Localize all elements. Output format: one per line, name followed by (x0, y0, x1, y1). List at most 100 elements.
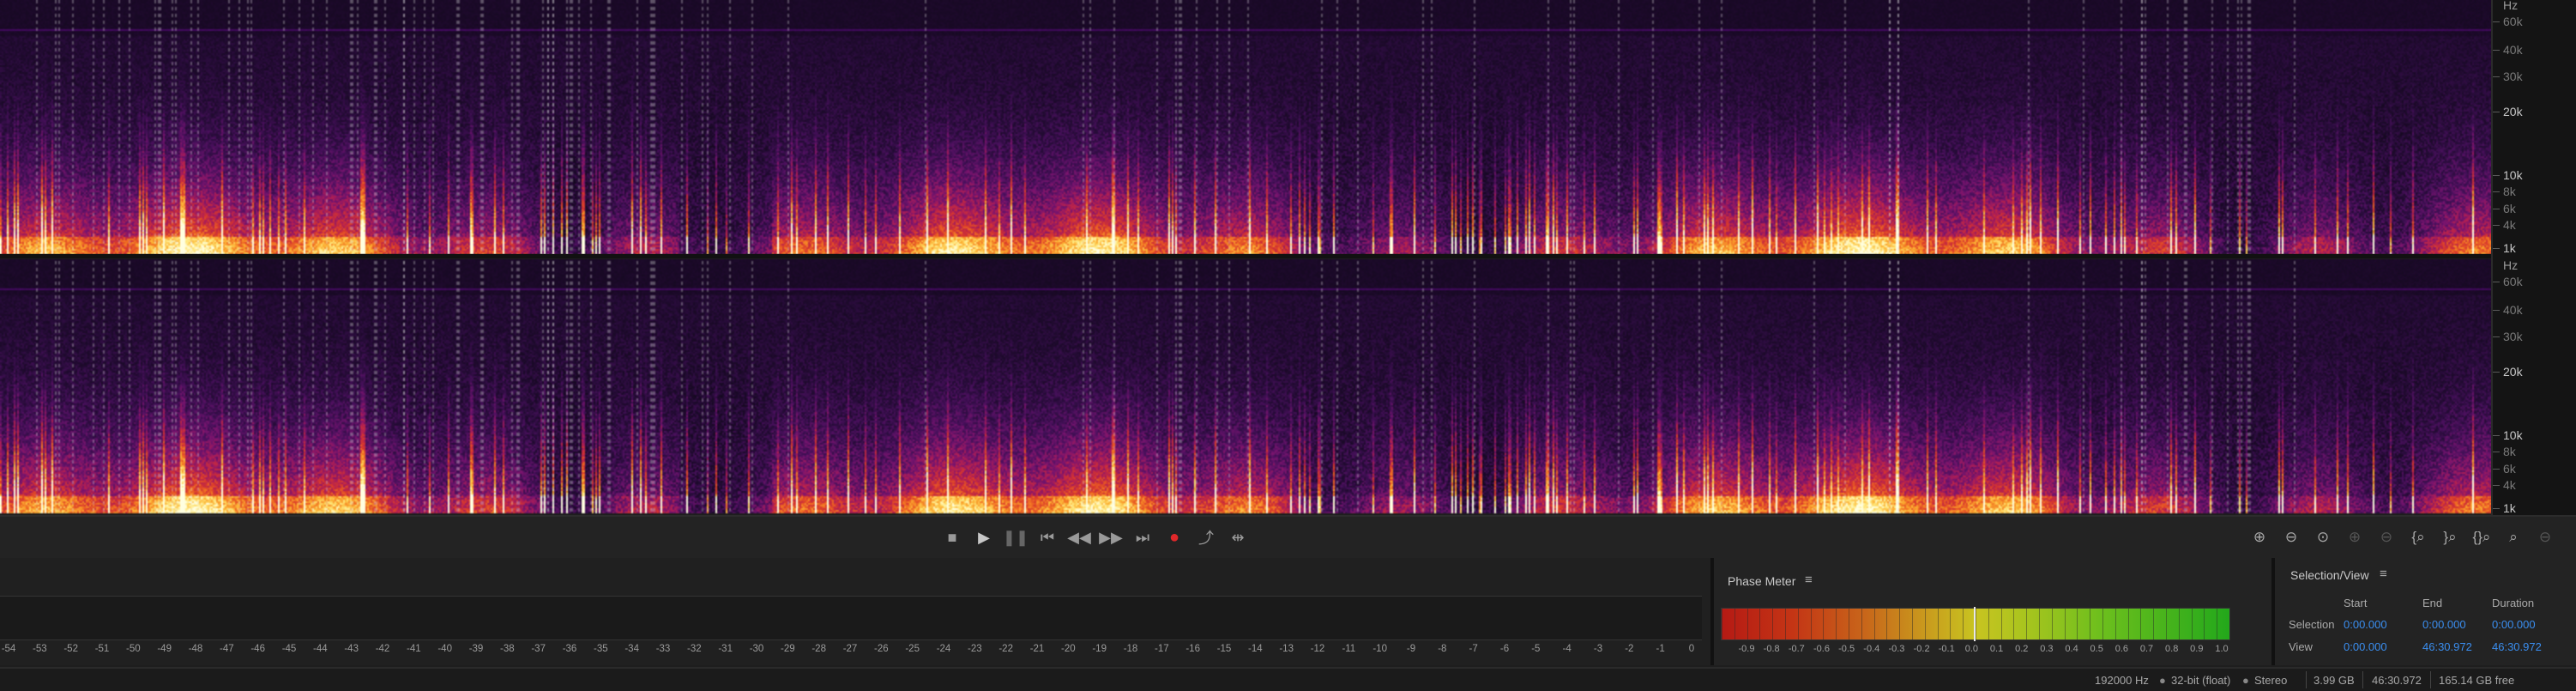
phase-bar-tick (1950, 609, 1952, 639)
phase-bar-tick (1963, 609, 1964, 639)
zoom-selection-button[interactable]: ⌕ (2501, 525, 2526, 549)
phase-bar-tick (1937, 609, 1939, 639)
frequency-tick (2493, 309, 2500, 311)
phase-bar-tick (1823, 609, 1825, 639)
level-scale-label: -18 (1123, 644, 1138, 654)
view-start-field[interactable]: 0:00.000 (2344, 640, 2387, 653)
phase-bar-tick (2204, 609, 2205, 639)
level-scale-label: -51 (94, 644, 110, 654)
view-end-field[interactable]: 46:30.972 (2422, 640, 2472, 653)
frequency-tick (2493, 247, 2500, 249)
level-scale-label: -27 (842, 644, 858, 654)
zoom-in-left-button[interactable]: {⌕ (2405, 525, 2431, 549)
frequency-tick (2493, 336, 2500, 337)
transport-bar: ■ ▶ ❚❚ ⏮ ◀◀ ▶▶ ⏭ ● ⤴ ⇹ ⊕ ⊖ ⊙ ⊕ ⊖ {⌕ }⌕ {… (0, 515, 2576, 560)
phase-scale-label: -0.1 (1938, 644, 1955, 654)
level-scale-label: -2 (1625, 644, 1634, 654)
level-scale-label: -14 (1248, 644, 1263, 654)
level-scale-label: -1 (1656, 644, 1665, 654)
frequency-tick-label: 8k (2503, 185, 2516, 199)
zoom-out-time-button[interactable]: ⊖ (2374, 525, 2399, 549)
zoom-out-amplitude-button[interactable]: ⊖ (2278, 525, 2304, 549)
phase-bar-tick (2077, 609, 2078, 639)
level-scale-label: -22 (998, 644, 1013, 654)
phase-bar-tick (2153, 609, 2155, 639)
phase-bar-tick (1810, 609, 1812, 639)
zoom-out-full-button[interactable]: {}⌕ (2469, 525, 2495, 549)
frequency-unit-label: Hz (2503, 0, 2519, 12)
zoom-in-right-icon: }⌕ (2443, 529, 2457, 545)
phase-bar-tick (2026, 609, 2028, 639)
spectral-frequency-display[interactable] (0, 0, 2491, 515)
view-row-label: View (2289, 640, 2313, 653)
phase-scale-label: -0.5 (1838, 644, 1855, 654)
move-to-next-button[interactable]: ⏭ (1131, 525, 1155, 549)
frequency-tick-label: 1k (2503, 240, 2516, 255)
frequency-tick-label: 6k (2503, 461, 2516, 476)
status-separator (2362, 671, 2363, 688)
pause-button[interactable]: ❚❚ (1002, 525, 1029, 549)
fast-forward-button[interactable]: ▶▶ (1099, 525, 1123, 549)
level-scale-label: -23 (968, 644, 982, 654)
status-separator (2430, 671, 2431, 688)
frequency-tick-label: 10k (2503, 168, 2523, 183)
frequency-tick (2493, 49, 2500, 51)
stop-icon: ■ (947, 528, 957, 546)
phase-bar-tick (2191, 609, 2193, 639)
rewind-button[interactable]: ◀◀ (1067, 525, 1091, 549)
duration-header: Duration (2492, 597, 2535, 609)
level-scale-label: -17 (1155, 644, 1169, 654)
panel-menu-icon[interactable]: ≡ (1805, 573, 1813, 587)
frequency-tick (2493, 21, 2500, 23)
phase-scale-label: 0.9 (2190, 644, 2204, 654)
view-duration-field[interactable]: 46:30.972 (2492, 640, 2542, 653)
status-bar: 192000 Hz ● 32-bit (float) ● Stereo 3.99… (0, 667, 2576, 691)
bit-depth: 32-bit (float) (2171, 674, 2231, 687)
level-scale-label: -53 (33, 644, 47, 654)
selection-row-label: Selection (2289, 618, 2335, 631)
start-header: Start (2344, 597, 2368, 609)
level-scale-label: -50 (126, 644, 141, 654)
level-scale-label: -6 (1499, 644, 1510, 654)
phase-scale-label: -0.2 (1913, 644, 1930, 654)
level-scale-label: -37 (531, 644, 546, 654)
zoom-in-time-button[interactable]: ⊕ (2342, 525, 2368, 549)
selection-duration-field[interactable]: 0:00.000 (2492, 618, 2536, 631)
selection-start-field[interactable]: 0:00.000 (2344, 618, 2387, 631)
phase-bar-tick (1759, 609, 1761, 639)
level-scale-label: -36 (562, 644, 577, 654)
phase-meter-title: Phase Meter (1728, 574, 1796, 588)
level-scale-label: -20 (1061, 644, 1076, 654)
level-scale-label: -25 (905, 644, 920, 654)
play-button[interactable]: ▶ (972, 525, 996, 549)
frequency-ruler[interactable]: Hz 60k 40k 30k 20k 10k 8k 6k 4k 1k Hz 60k 40k 30k 20k 1… (2491, 0, 2576, 515)
zoom-in-right-button[interactable]: }⌕ (2437, 525, 2463, 549)
phase-bar-tick (2064, 609, 2066, 639)
frequency-tick-label: 1k (2503, 500, 2516, 515)
phase-bar-tick (2102, 609, 2103, 639)
stop-button[interactable]: ■ (940, 525, 964, 549)
phase-bar-tick (1746, 609, 1748, 639)
status-separator (2306, 671, 2307, 688)
zoom-out-time-dim-button[interactable]: ⊖ (2532, 525, 2558, 549)
phase-scale-label: 0.2 (2015, 644, 2029, 654)
record-button[interactable]: ● (1162, 525, 1186, 549)
level-scale-label: -35 (594, 644, 608, 654)
loop-button[interactable]: ⤴ (1194, 525, 1218, 549)
zoom-reset-amplitude-button[interactable]: ⊙ (2310, 525, 2336, 549)
panel-menu-icon[interactable]: ≡ (2380, 567, 2387, 581)
loop-icon: ⤴ (1198, 530, 1214, 547)
pause-icon: ❚❚ (1002, 528, 1029, 546)
phase-scale-label: -0.6 (1813, 644, 1830, 654)
level-scale-label: -41 (407, 644, 421, 654)
phase-bar-tick (1912, 609, 1913, 639)
level-scale-label: -47 (220, 644, 234, 654)
free-space: 165.14 GB free (2439, 674, 2515, 687)
zoom-in-amplitude-button[interactable]: ⊕ (2247, 525, 2272, 549)
move-to-previous-button[interactable]: ⏮ (1035, 525, 1059, 549)
levels-panel: -54 -53 -52 -51 -50 -49 -48 -47 -46 -45 -44 -43 -42-… (0, 558, 1714, 665)
zoom-in-amplitude-icon: ⊕ (2253, 529, 2266, 545)
selection-end-field[interactable]: 0:00.000 (2422, 618, 2466, 631)
zoom-dim-icon: ⊖ (2538, 529, 2552, 545)
skip-selection-button[interactable]: ⇹ (1226, 525, 1250, 549)
